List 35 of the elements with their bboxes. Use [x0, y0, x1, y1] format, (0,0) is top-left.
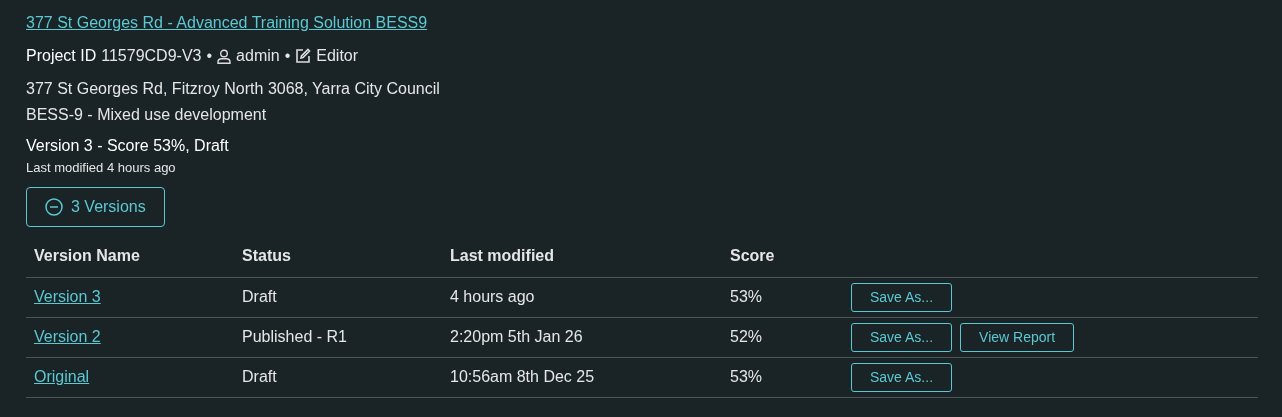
save-as-button[interactable]: Save As... — [851, 322, 953, 352]
table-cell: 52% — [730, 328, 763, 345]
last-modified: Last modified 4 hours ago — [26, 159, 176, 177]
edit-icon — [295, 48, 312, 64]
role: Editor — [316, 46, 359, 66]
user-name: admin — [236, 46, 280, 66]
table-cell: Draft — [242, 368, 277, 385]
column-header: Status — [242, 246, 291, 264]
version-link[interactable]: Version 2 — [34, 328, 101, 345]
version-link[interactable]: Version 3 — [34, 288, 101, 305]
table-cell: 4 hours ago — [450, 288, 535, 305]
table-cell: 10:56am 8th Dec 25 — [450, 368, 595, 385]
address: 377 St Georges Rd, Fitzroy North 3068, Yarra City Council — [26, 79, 440, 99]
save-as-button[interactable]: Save As... — [851, 282, 953, 312]
versions-toggle-button[interactable]: 3 Versions — [26, 187, 165, 227]
column-header: Score — [730, 246, 775, 264]
project-title-link[interactable]: 377 St Georges Rd - Advanced Training Solution BESS9 — [26, 12, 1258, 34]
user-icon — [217, 48, 232, 64]
table-cell: 53% — [730, 288, 763, 305]
collapse-icon — [45, 198, 63, 216]
version-summary: Version 3 - Score 53%, Draft — [26, 136, 229, 156]
separator: • — [284, 46, 291, 66]
project-id-label: Project ID — [26, 46, 97, 66]
table-cell: 2:20pm 5th Jan 26 — [450, 328, 583, 345]
project-id: 11579CD9-V3 — [101, 46, 202, 66]
save-as-button[interactable]: Save As... — [851, 362, 953, 392]
version-link[interactable]: Original — [34, 368, 90, 385]
description: BESS-9 - Mixed use development — [26, 105, 267, 125]
separator: • — [206, 46, 213, 66]
table-cell: Draft — [242, 288, 277, 305]
table-cell: Published - R1 — [242, 328, 347, 345]
table-cell: 53% — [730, 368, 763, 385]
view-report-button[interactable]: View Report — [960, 322, 1075, 352]
column-header: Last modified — [450, 246, 554, 264]
column-header: Version Name — [34, 246, 140, 264]
